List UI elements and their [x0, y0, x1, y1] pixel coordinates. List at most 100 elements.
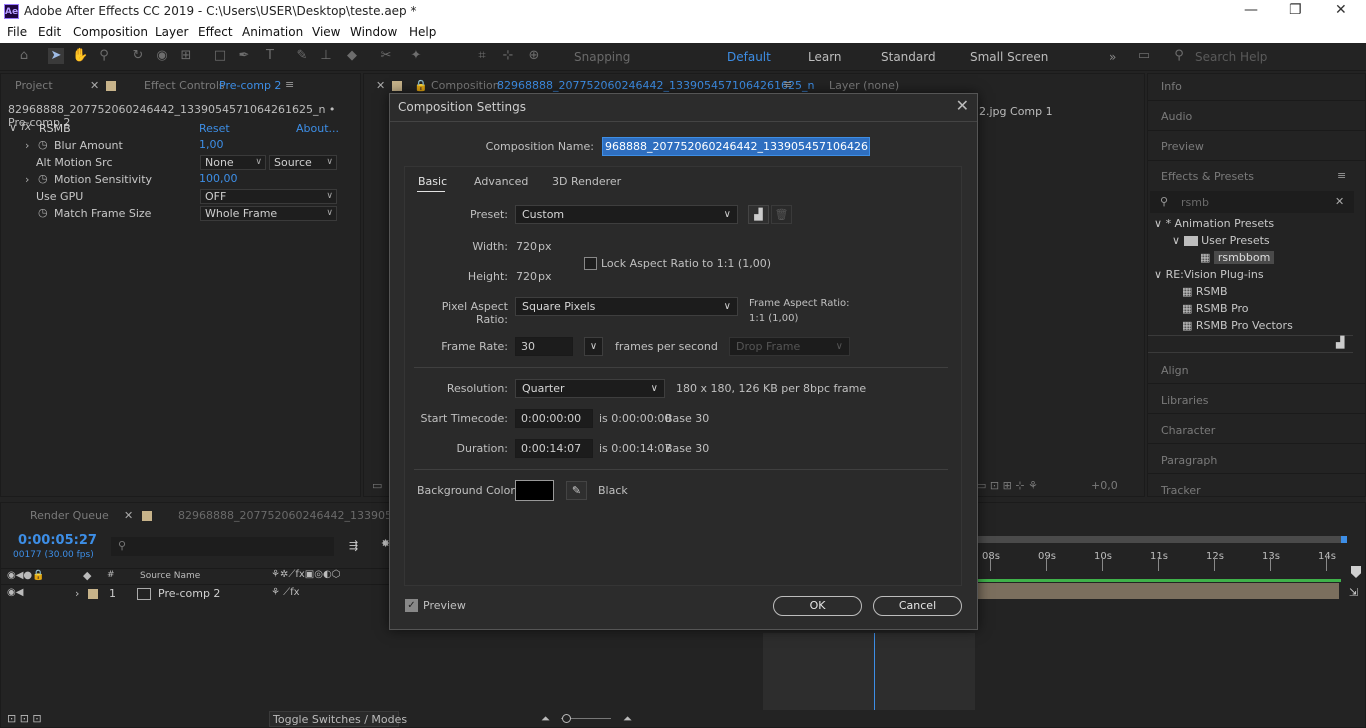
type-tool-icon[interactable]: T [262, 48, 278, 64]
cancel-button[interactable]: Cancel [873, 596, 962, 616]
section-align[interactable]: Align [1161, 364, 1189, 377]
tab-basic[interactable]: Basic [418, 175, 447, 188]
viewer-options-icon[interactable]: ▭ [372, 479, 382, 492]
menu-edit[interactable]: Edit [38, 25, 61, 39]
tab-composition[interactable]: Composition [431, 79, 500, 92]
use-gpu-dropdown[interactable]: OFF ∨ [200, 189, 337, 204]
menu-effect[interactable]: Effect [198, 25, 233, 39]
preset-dropdown[interactable]: Custom ∨ [515, 205, 738, 224]
panel-menu-icon[interactable]: ≡ [285, 78, 294, 91]
lock-aspect-checkbox[interactable] [584, 257, 597, 270]
av-switches-icon[interactable]: ◉◀●🔒 [7, 570, 45, 581]
selection-tool-icon[interactable]: ➤ [48, 48, 64, 64]
pen-tool-icon[interactable]: ✒ [236, 48, 252, 64]
puppet-pin-tool-icon[interactable]: ✦ [408, 48, 424, 64]
bottom-toggles-icon[interactable]: ⊡ ⊡ ⊡ [7, 712, 42, 725]
tab-3d-renderer[interactable]: 3D Renderer [552, 175, 621, 188]
motion-sensitivity-value[interactable]: 100,00 [199, 172, 238, 185]
rectangle-tool-icon[interactable]: □ [212, 48, 228, 64]
tree-rsmbbom[interactable]: ▦ rsmbbom [1200, 251, 1275, 264]
frame-rate-chevron-icon[interactable]: ∨ [584, 337, 603, 356]
duration-input[interactable]: 0:00:14:07 [515, 439, 593, 458]
panel-menu-icon[interactable]: ≡ [783, 78, 792, 91]
section-preview[interactable]: Preview [1161, 140, 1204, 153]
zoom-out-icon[interactable]: ⏶ [541, 712, 550, 726]
section-tracker[interactable]: Tracker [1161, 484, 1201, 497]
dialog-close-button[interactable]: ✕ [956, 96, 969, 115]
search-help-input[interactable]: Search Help [1195, 50, 1267, 64]
workspace-standard[interactable]: Standard [881, 50, 936, 64]
menu-view[interactable]: View [312, 25, 340, 39]
width-value[interactable]: 720 [516, 240, 537, 253]
home-icon[interactable]: ⌂ [16, 48, 32, 64]
ok-button[interactable]: OK [773, 596, 862, 616]
restore-button[interactable]: ❐ [1289, 2, 1302, 18]
label-tag-icon[interactable]: ◆ [83, 569, 91, 582]
zoom-slider-handle[interactable] [562, 714, 571, 723]
clone-stamp-tool-icon[interactable]: ⊥ [318, 48, 334, 64]
layer-switch-values-icon[interactable]: ⚘ ⟋fx [271, 587, 300, 598]
tree-rsmb-pro-vectors[interactable]: ▦ RSMB Pro Vectors [1182, 319, 1293, 332]
layer-duration-bar[interactable] [978, 583, 1339, 599]
about-link[interactable]: About... [296, 122, 339, 135]
eyedropper-icon[interactable]: ✎ [566, 481, 587, 500]
section-effects-presets[interactable]: Effects & Presets [1161, 170, 1254, 183]
tab-composition-name[interactable]: 82968888_207752060246442_133905457106426… [497, 79, 814, 92]
comp-name-input[interactable]: 968888_207752060246442_13390545710642616… [602, 137, 870, 156]
column-source-name[interactable]: Source Name [140, 571, 200, 581]
disclosure-open-icon[interactable]: ∨ [9, 121, 17, 134]
close-tab-icon[interactable]: ✕ [376, 79, 385, 92]
rotate-tool-icon[interactable]: ↻ [130, 48, 146, 64]
menu-window[interactable]: Window [350, 25, 397, 39]
tree-user-presets[interactable]: ∨ User Presets [1172, 234, 1270, 247]
reset-link[interactable]: Reset [199, 122, 230, 135]
delete-preset-icon[interactable]: 🗑 [771, 205, 792, 224]
workspace-learn[interactable]: Learn [808, 50, 842, 64]
new-preset-icon[interactable]: ▟ [1336, 336, 1344, 349]
local-axis-icon[interactable]: ⌗ [474, 48, 490, 64]
layer-name[interactable]: Pre-comp 2 [158, 587, 220, 600]
panel-menu-icon[interactable]: ≡ [1337, 169, 1346, 182]
roto-brush-tool-icon[interactable]: ✂ [378, 48, 394, 64]
lock-icon[interactable]: 🔒 [414, 79, 428, 92]
layer-visibility-icon[interactable]: ◉◀ [7, 587, 23, 598]
offset-value[interactable]: +0,0 [1091, 479, 1118, 492]
pan-behind-tool-icon[interactable]: ⊞ [178, 48, 194, 64]
tab-render-queue[interactable]: Render Queue [30, 509, 109, 522]
section-audio[interactable]: Audio [1161, 110, 1192, 123]
timeline-search-input[interactable] [111, 537, 334, 556]
stopwatch-icon[interactable]: ◷ [38, 206, 48, 219]
comp-button-icon[interactable]: ⇲ [1349, 586, 1358, 599]
view-axis-icon[interactable]: ⊕ [526, 48, 542, 64]
section-libraries[interactable]: Libraries [1161, 394, 1209, 407]
tree-revision-plugins[interactable]: ∨ RE:Vision Plug-ins [1154, 268, 1264, 281]
match-frame-size-dropdown[interactable]: Whole Frame ∨ [200, 206, 337, 221]
hand-tool-icon[interactable]: ✋ [72, 48, 88, 64]
eraser-tool-icon[interactable]: ◆ [344, 48, 360, 64]
tab-effect-controls[interactable]: Effect Controls [144, 79, 225, 92]
section-info[interactable]: Info [1161, 80, 1182, 93]
workspace-overflow-icon[interactable]: » [1109, 50, 1116, 64]
tab-advanced[interactable]: Advanced [474, 175, 528, 188]
zoom-tool-icon[interactable]: ⚲ [96, 48, 112, 64]
brush-tool-icon[interactable]: ✎ [294, 48, 310, 64]
section-paragraph[interactable]: Paragraph [1161, 454, 1217, 467]
clear-search-icon[interactable]: ✕ [1335, 195, 1344, 208]
menu-layer[interactable]: Layer [155, 25, 188, 39]
tab-project[interactable]: Project [15, 79, 53, 92]
current-timecode[interactable]: 0:00:05:27 [18, 533, 97, 548]
layer-switches-icon[interactable]: ⚘✲⟋fx▣◎◐⬡ [271, 569, 340, 580]
world-axis-icon[interactable]: ⊹ [500, 48, 516, 64]
workspace-small-screen[interactable]: Small Screen [970, 50, 1048, 64]
tree-rsmb-pro[interactable]: ▦ RSMB Pro [1182, 302, 1249, 315]
bg-color-swatch[interactable] [515, 480, 554, 501]
sync-settings-icon[interactable]: ▭ [1136, 48, 1152, 64]
workspace-default[interactable]: Default [727, 50, 771, 64]
work-area-bar[interactable] [978, 536, 1343, 543]
stopwatch-icon[interactable]: ◷ [38, 172, 48, 185]
work-area-end-handle[interactable] [1341, 536, 1347, 543]
expand-arrow-icon[interactable]: › [25, 173, 29, 186]
minimize-button[interactable]: — [1244, 2, 1258, 18]
layer-label-swatch[interactable] [88, 589, 98, 599]
preview-checkbox[interactable]: ✓ [405, 599, 418, 612]
